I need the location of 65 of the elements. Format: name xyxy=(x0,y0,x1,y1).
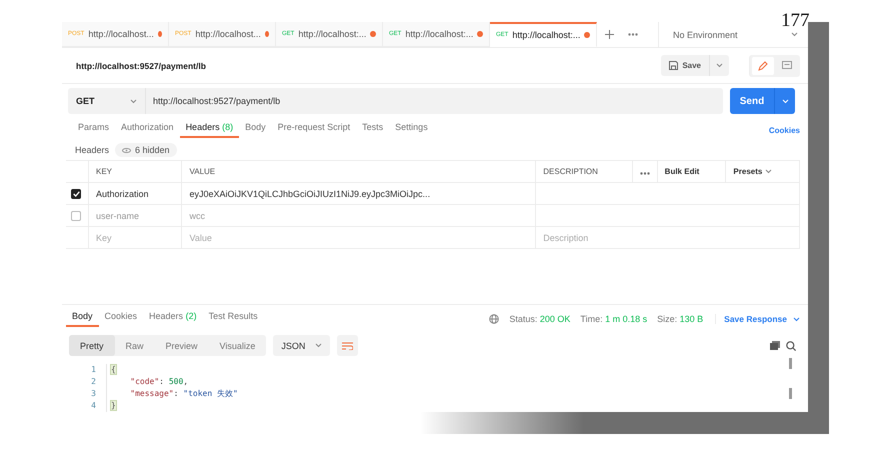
chevron-down-icon xyxy=(716,63,723,68)
section-tab[interactable]: Tests xyxy=(356,122,390,138)
column-header: DESCRIPTION xyxy=(536,160,632,182)
checkbox[interactable] xyxy=(71,188,81,198)
response-stat: Time: 1 m 0.18 s xyxy=(580,314,648,324)
bulk-edit-button[interactable]: Bulk Edit xyxy=(657,160,726,182)
view-tab[interactable]: Pretty xyxy=(69,335,115,356)
section-tab[interactable]: Authorization xyxy=(115,122,180,138)
hidden-headers-toggle[interactable]: 6 hidden xyxy=(115,143,177,157)
code-line: "message": "token 失效" xyxy=(129,388,238,400)
chevron-down-icon xyxy=(130,98,137,104)
headers-label: Headers xyxy=(75,145,110,155)
column-header: VALUE xyxy=(182,160,536,182)
section-tab[interactable]: Params xyxy=(72,122,116,138)
section-tab[interactable]: Settings xyxy=(389,122,434,138)
chevron-down-icon xyxy=(793,316,800,322)
view-tab[interactable]: Raw xyxy=(114,335,155,356)
pencil-icon xyxy=(758,60,768,70)
globe-icon xyxy=(489,314,500,324)
format-dropdown[interactable]: JSON xyxy=(273,335,330,356)
line-number: 3 xyxy=(90,388,96,400)
key-cell[interactable]: user-name xyxy=(88,204,182,226)
value-cell[interactable]: wcc xyxy=(182,204,536,226)
eye-icon xyxy=(122,148,132,152)
chevron-down-icon xyxy=(315,343,322,348)
line-number: 1 xyxy=(90,364,96,376)
search-icon[interactable] xyxy=(786,340,796,350)
chevron-down-icon xyxy=(782,98,788,104)
more-icon[interactable] xyxy=(628,33,638,36)
plus-icon[interactable] xyxy=(604,30,614,39)
comment-icon xyxy=(782,61,792,70)
line-number: 4 xyxy=(90,400,96,412)
response-stat: Status: 200 OK xyxy=(509,314,570,324)
view-tab[interactable]: Visualize xyxy=(208,335,266,356)
url-field[interactable]: http://localhost:9527/payment/lb xyxy=(146,88,723,114)
request-title: http://localhost:9527/payment/lb xyxy=(76,60,206,70)
line-number: 2 xyxy=(90,376,96,388)
response-stat: Size: 130 B xyxy=(657,314,704,324)
value-cell[interactable]: eyJ0eXAiOiJKV1QiLCJhbGciOiJIUzI1NiJ9.eyJpc3MiOiJpc... xyxy=(182,182,536,204)
section-tab[interactable]: Headers (8) xyxy=(180,122,240,138)
scroll-marker xyxy=(789,358,792,369)
checkbox[interactable] xyxy=(71,210,81,220)
cookies-link[interactable]: Cookies xyxy=(768,126,800,134)
chevron-down-icon xyxy=(791,32,798,37)
check-icon xyxy=(72,190,80,196)
more-icon[interactable] xyxy=(640,172,650,174)
section-tab[interactable]: Body xyxy=(66,311,99,327)
code-line: "code": 500, xyxy=(129,376,190,388)
section-tab[interactable]: Cookies xyxy=(98,311,144,327)
method-dropdown[interactable]: GET xyxy=(68,88,146,114)
chevron-down-icon xyxy=(764,169,772,174)
section-tab[interactable]: Body xyxy=(239,122,272,138)
scroll-marker xyxy=(789,388,792,399)
key-cell[interactable]: Authorization xyxy=(88,182,182,204)
section-tab[interactable]: Headers (2) xyxy=(143,311,203,327)
presets-dropdown[interactable]: Presets xyxy=(726,160,800,182)
save-response-button[interactable]: Save Response xyxy=(715,314,800,324)
section-tab[interactable]: Pre-request Script xyxy=(272,122,356,138)
view-tab[interactable]: Preview xyxy=(154,335,209,356)
section-tab[interactable]: Test Results xyxy=(202,311,264,327)
wrap-lines-icon xyxy=(342,342,354,350)
copy-icon[interactable] xyxy=(770,341,780,350)
column-header: KEY xyxy=(88,160,182,182)
edit-mode-button[interactable] xyxy=(752,56,774,74)
wrap-lines-button[interactable] xyxy=(337,335,358,356)
